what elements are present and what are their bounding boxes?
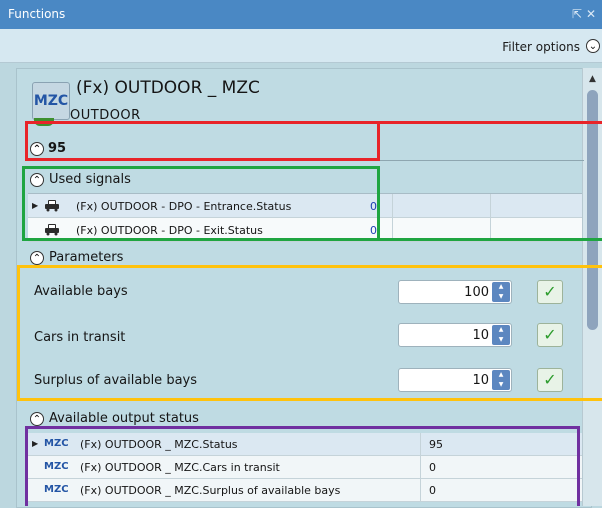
pin-icon[interactable]: ⇱ [572,7,586,21]
function-title: (Fx) OUTDOOR _ MZC [76,78,260,98]
highlight-line-green [380,238,602,241]
mzc-logo-icon: MZC [32,82,70,120]
filter-options-label[interactable]: Filter options [502,40,580,54]
column-divider [392,194,393,217]
panel-title: Functions [8,7,66,21]
scroll-up-icon[interactable]: ▲ [589,74,596,84]
highlight-box-red [25,121,380,161]
highlight-line-red [380,121,602,124]
window-controls: ⇱✕ [572,7,600,21]
output-status-label: Available output status [49,411,199,426]
collapse-icon[interactable]: ⌃ [30,411,44,426]
output-status-header[interactable]: ⌃ Available output status [30,411,199,426]
column-divider [490,194,491,217]
collapse-icon[interactable]: ⌃ [30,250,44,265]
chevron-down-icon[interactable]: ⌄ [586,39,600,53]
panel-titlebar: Functions ⇱✕ [0,0,602,29]
parameters-label: Parameters [49,250,124,265]
close-icon[interactable]: ✕ [586,7,600,21]
highlight-box-green [22,166,380,241]
filter-bar: Filter options ⌄ [0,29,602,63]
highlight-box-purple [25,426,580,506]
parameters-header[interactable]: ⌃ Parameters [30,250,123,265]
highlight-box-yellow [17,265,602,401]
